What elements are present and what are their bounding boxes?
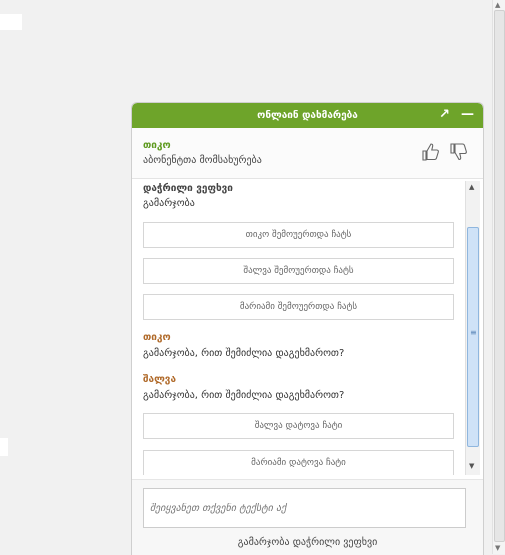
system-message: შალვა შემოუერთდა ჩატს (143, 258, 454, 284)
scroll-down-arrow-icon[interactable]: ▼ (495, 544, 500, 552)
scroll-up-arrow-icon[interactable]: ▲ (469, 183, 474, 191)
page-scrollbar-thumb[interactable] (494, 10, 505, 542)
system-message: თიკო შემოუერთდა ჩატს (143, 222, 454, 248)
input-area: გამარჯობა დაჭრილი ვეფხვი (132, 479, 483, 555)
thumbs-up-icon[interactable] (421, 142, 441, 162)
message-text: გამარჯობა, რით შემიძლია დაგეხმაროთ? (143, 390, 345, 401)
chat-widget: ონლაინ დახმარება ↗ — თიკო აბონენტთა მომს… (131, 102, 484, 555)
message-input[interactable] (143, 488, 466, 528)
message-sender: დაჭრილი ვეფხვი (143, 183, 233, 194)
chat-scrollbar-thumb[interactable]: ≡ (467, 227, 479, 447)
message-sender: თიკო (143, 332, 171, 343)
grip-icon: ≡ (470, 328, 477, 337)
agent-bar: თიკო აბონენტთა მომსახურება (132, 128, 483, 179)
chat-scrollbar[interactable]: ▲ ≡ ▼ (465, 181, 480, 475)
message-text: გამარჯობა (143, 198, 195, 209)
chat-title: ონლაინ დახმარება (257, 110, 358, 121)
messages-list[interactable]: დაჭრილი ვეფხვი გამარჯობა თიკო შემოუერთდა… (132, 179, 483, 475)
background-blemish (0, 438, 8, 456)
background-blemish (0, 14, 22, 30)
status-line: გამარჯობა დაჭრილი ვეფხვი (237, 537, 378, 548)
message-sender: შალვა (143, 374, 176, 385)
message-text: გამარჯობა, რით შემიძლია დაგეხმაროთ? (143, 348, 345, 359)
agent-name: თიკო (143, 140, 171, 151)
system-message: მარიამი დატოვა ჩატი (143, 450, 454, 475)
expand-icon[interactable]: ↗ (439, 103, 450, 128)
scroll-up-arrow-icon[interactable]: ▲ (495, 1, 500, 9)
scroll-down-arrow-icon[interactable]: ▼ (469, 462, 474, 470)
chat-header: ონლაინ დახმარება ↗ — (132, 103, 483, 128)
system-message: შალვა დატოვა ჩატი (143, 413, 454, 439)
page-scrollbar[interactable]: ▲ ▼ (492, 0, 505, 554)
thumbs-down-icon[interactable] (449, 142, 469, 162)
minimize-icon[interactable]: — (461, 103, 474, 128)
agent-role: აბონენტთა მომსახურება (143, 155, 262, 166)
system-message: მარიამი შემოუერთდა ჩატს (143, 294, 454, 320)
